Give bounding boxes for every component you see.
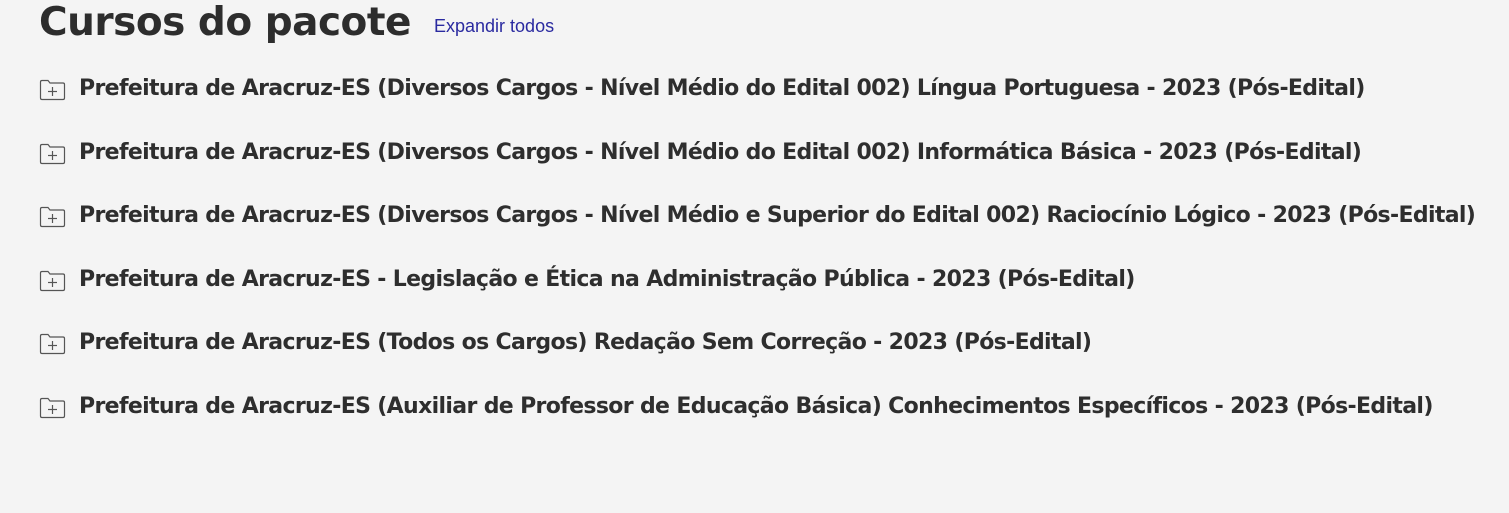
expand-all-link[interactable]: Expandir todos	[434, 16, 554, 37]
course-item[interactable]: Prefeitura de Aracruz-ES - Legislação e …	[39, 262, 1479, 326]
course-item[interactable]: Prefeitura de Aracruz-ES (Auxiliar de Pr…	[39, 389, 1479, 453]
folder-plus-icon[interactable]	[39, 270, 66, 292]
course-title[interactable]: Prefeitura de Aracruz-ES (Todos os Cargo…	[79, 325, 1092, 361]
course-title[interactable]: Prefeitura de Aracruz-ES (Diversos Cargo…	[79, 198, 1476, 234]
course-title[interactable]: Prefeitura de Aracruz-ES - Legislação e …	[79, 262, 1135, 298]
course-title[interactable]: Prefeitura de Aracruz-ES (Diversos Cargo…	[79, 135, 1362, 171]
course-item[interactable]: Prefeitura de Aracruz-ES (Todos os Cargo…	[39, 325, 1479, 389]
course-title[interactable]: Prefeitura de Aracruz-ES (Diversos Cargo…	[79, 71, 1365, 107]
course-item[interactable]: Prefeitura de Aracruz-ES (Diversos Cargo…	[39, 71, 1479, 135]
folder-plus-icon[interactable]	[39, 333, 66, 355]
folder-plus-icon[interactable]	[39, 206, 66, 228]
page-title: Cursos do pacote	[39, 0, 411, 45]
course-title[interactable]: Prefeitura de Aracruz-ES (Auxiliar de Pr…	[79, 389, 1433, 425]
section-header: Cursos do pacote	[39, 0, 411, 48]
folder-plus-icon[interactable]	[39, 79, 66, 101]
course-item[interactable]: Prefeitura de Aracruz-ES (Diversos Cargo…	[39, 135, 1479, 199]
course-list: Prefeitura de Aracruz-ES (Diversos Cargo…	[39, 71, 1479, 452]
folder-plus-icon[interactable]	[39, 397, 66, 419]
course-item[interactable]: Prefeitura de Aracruz-ES (Diversos Cargo…	[39, 198, 1479, 262]
folder-plus-icon[interactable]	[39, 143, 66, 165]
